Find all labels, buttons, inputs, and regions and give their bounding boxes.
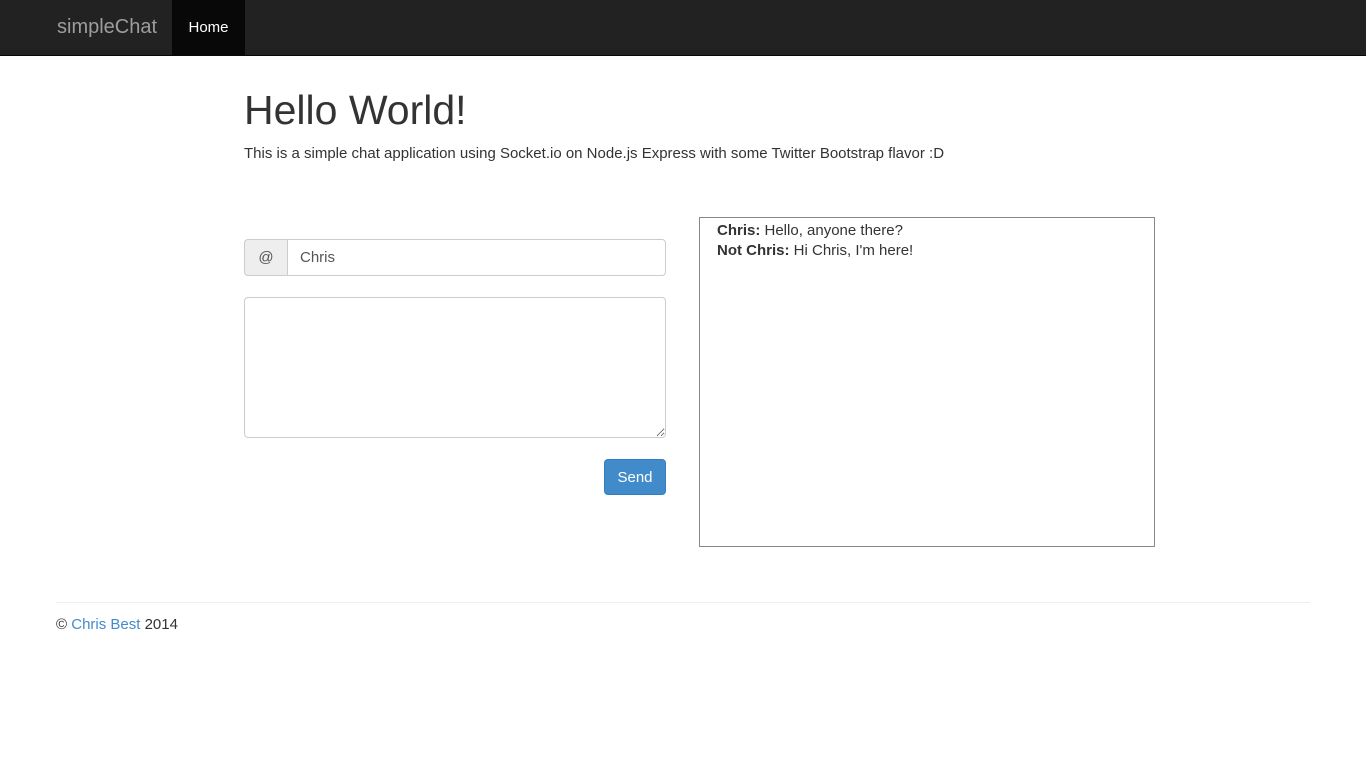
message-textarea[interactable] xyxy=(244,297,666,438)
at-icon: @ xyxy=(244,239,287,276)
page-title: Hello World! xyxy=(244,87,467,133)
brand-link[interactable]: simpleChat xyxy=(57,0,157,55)
chat-message-text: Hello, anyone there? xyxy=(760,222,903,239)
nav-item-home[interactable]: Home xyxy=(172,0,245,55)
chat-log[interactable]: Chris: Hello, anyone there? Not Chris: H… xyxy=(699,217,1155,547)
chat-message-text: Hi Chris, I'm here! xyxy=(789,242,914,259)
navbar: simpleChat Home xyxy=(0,0,1366,56)
chat-message-author: Chris: xyxy=(717,222,761,239)
page-subtitle: This is a simple chat application using … xyxy=(244,145,945,162)
name-input-group: @ xyxy=(244,239,666,276)
send-button[interactable]: Send xyxy=(604,459,666,495)
chat-message: Chris: Hello, anyone there? xyxy=(717,221,1137,241)
chat-message: Not Chris: Hi Chris, I'm here! xyxy=(717,241,1137,261)
footer-year: 2014 xyxy=(144,616,178,633)
name-input[interactable] xyxy=(287,239,666,276)
footer-divider xyxy=(56,602,1310,603)
copyright-symbol: © xyxy=(56,616,68,633)
chat-message-author: Not Chris: xyxy=(717,242,790,259)
footer: © Chris Best 2014 xyxy=(56,616,178,634)
author-link[interactable]: Chris Best xyxy=(71,616,140,633)
